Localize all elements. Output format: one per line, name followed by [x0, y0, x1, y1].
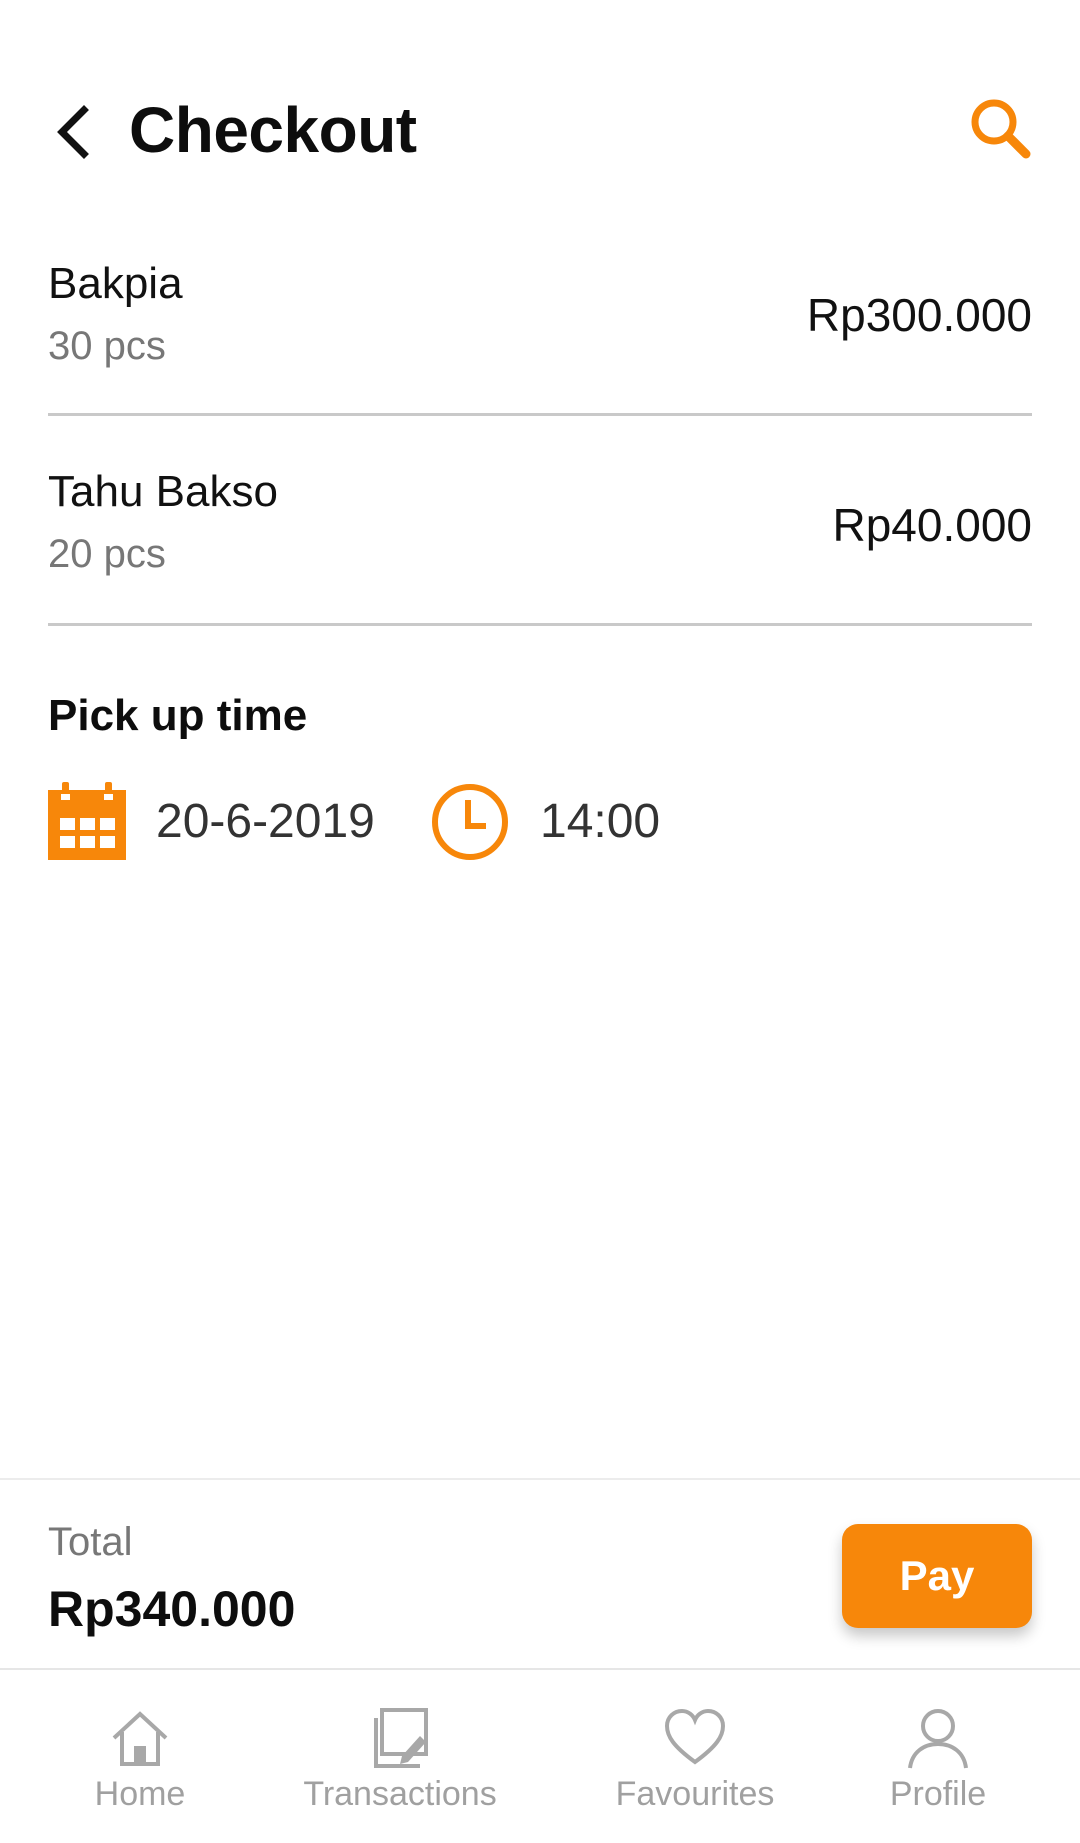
- total-amount: Rp340.000: [48, 1581, 296, 1637]
- checkout-item-row: Tahu Bakso 20 pcs Rp40.000: [48, 418, 1032, 626]
- item-price: Rp300.000: [806, 289, 1032, 341]
- nav-label: Profile: [889, 1775, 987, 1813]
- calendar-icon[interactable]: [48, 782, 126, 860]
- item-quantity: 20 pcs: [48, 532, 166, 576]
- bottom-navigation: Home Transactions Favourites Profile: [0, 1670, 1080, 1843]
- search-button[interactable]: [964, 92, 1036, 164]
- back-button[interactable]: [44, 96, 104, 168]
- item-name: Bakpia: [48, 259, 183, 308]
- total-label: Total: [48, 1520, 133, 1564]
- app-header: Checkout: [0, 0, 1080, 230]
- page-title: Checkout: [129, 94, 417, 166]
- nav-label: Home: [94, 1775, 186, 1813]
- pickup-time-row: 20-6-2019 14:00: [48, 780, 1032, 862]
- item-price: Rp40.000: [832, 499, 1033, 551]
- nav-item-home[interactable]: Home: [88, 1670, 192, 1843]
- profile-icon: [908, 1709, 968, 1769]
- nav-label: Transactions: [303, 1775, 497, 1813]
- transactions-icon: [374, 1708, 428, 1768]
- pickup-date-value[interactable]: 20-6-2019: [156, 794, 375, 850]
- item-quantity: 30 pcs: [48, 324, 166, 368]
- nav-label: Favourites: [615, 1775, 775, 1813]
- clock-icon[interactable]: [430, 782, 510, 862]
- pickup-time-heading: Pick up time: [48, 691, 308, 740]
- chevron-left-icon: [57, 105, 89, 159]
- search-icon: [971, 99, 1031, 159]
- pickup-time-value[interactable]: 14:00: [540, 794, 660, 850]
- heart-icon: [664, 1708, 726, 1765]
- nav-item-profile[interactable]: Profile: [886, 1670, 990, 1843]
- nav-item-transactions[interactable]: Transactions: [290, 1670, 510, 1843]
- item-name: Tahu Bakso: [48, 467, 278, 516]
- home-icon: [112, 1711, 168, 1766]
- pay-button[interactable]: Pay: [842, 1524, 1032, 1628]
- checkout-item-row: Bakpia 30 pcs Rp300.000: [48, 208, 1032, 416]
- nav-item-favourites[interactable]: Favourites: [612, 1670, 778, 1843]
- order-summary-bar: Total Rp340.000 Pay: [0, 1478, 1080, 1670]
